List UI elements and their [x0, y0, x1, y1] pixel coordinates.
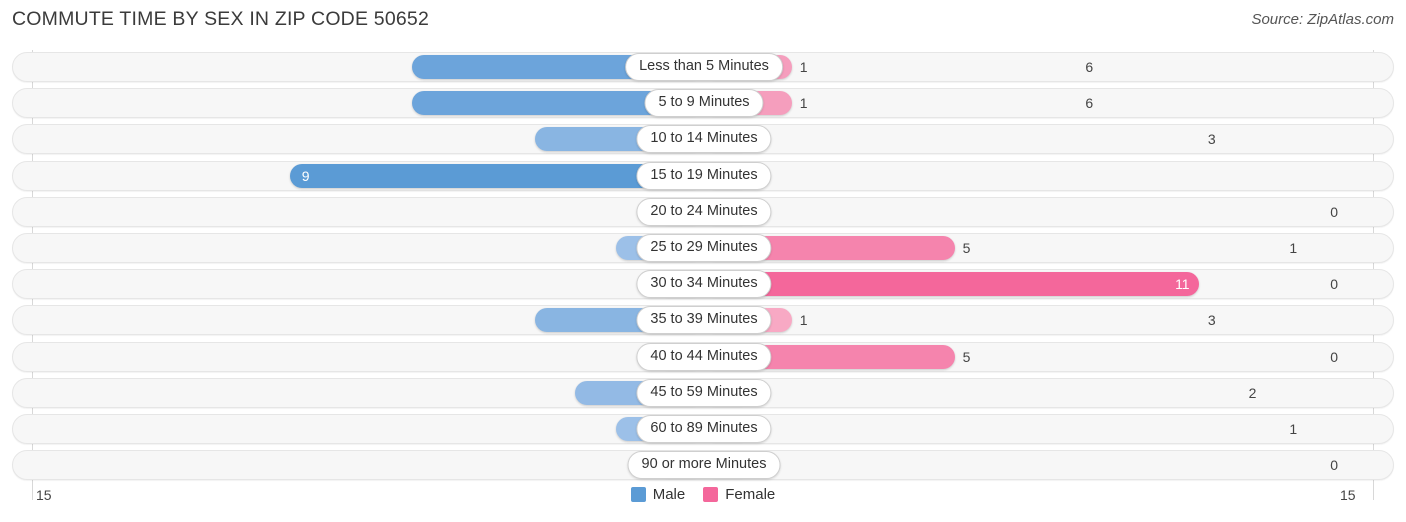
- value-label-female: 1: [799, 312, 808, 329]
- value-label-male: 6: [1085, 59, 1094, 75]
- value-label-male: 3: [1207, 131, 1216, 148]
- value-label-female: 5: [962, 348, 971, 365]
- table-row[interactable]: 0 11 30 to 34 Minutes: [12, 269, 1394, 300]
- value-label-female: 11: [1175, 276, 1190, 293]
- table-row[interactable]: 6 1 Less than 5 Minutes: [12, 52, 1394, 82]
- category-label: 10 to 14 Minutes: [636, 125, 772, 154]
- legend-label-female: Female: [725, 486, 776, 503]
- table-row[interactable]: 9015 to 19 Minutes: [12, 160, 1394, 191]
- category-label: 30 to 34 Minutes: [636, 270, 772, 299]
- value-label-male: 9: [301, 167, 310, 184]
- table-row[interactable]: 1 5 25 to 29 Minutes: [12, 233, 1394, 263]
- table-row[interactable]: 0020 to 24 Minutes: [12, 196, 1394, 227]
- page-title: COMMUTE TIME BY SEX IN ZIP CODE 50652: [12, 8, 430, 30]
- category-label: 15 to 19 Minutes: [636, 161, 772, 190]
- legend-swatch-female-icon: [703, 487, 719, 502]
- value-label-female: 5: [962, 240, 971, 256]
- category-label: 20 to 24 Minutes: [636, 197, 772, 226]
- legend-item-female[interactable]: Female: [703, 486, 775, 503]
- value-label-male: 2: [1248, 384, 1257, 401]
- value-label-male: 1: [1289, 421, 1298, 437]
- value-label-female: 1: [799, 59, 808, 75]
- value-label-male: 6: [1085, 95, 1094, 112]
- category-label: 5 to 9 Minutes: [644, 89, 764, 118]
- value-label-male: 0: [1330, 203, 1338, 220]
- category-label: 45 to 59 Minutes: [636, 378, 772, 407]
- value-label-female: 1: [799, 95, 808, 112]
- legend: Male Female: [0, 486, 1406, 503]
- legend-item-male[interactable]: Male: [630, 486, 686, 503]
- table-row[interactable]: 6 1 5 to 9 Minutes: [12, 88, 1394, 119]
- table-row[interactable]: 2045 to 59 Minutes: [12, 377, 1394, 408]
- category-label: Less than 5 Minutes: [625, 53, 783, 81]
- legend-swatch-male-icon: [630, 487, 646, 502]
- category-label: 90 or more Minutes: [627, 451, 781, 480]
- commute-time-chart: COMMUTE TIME BY SEX IN ZIP CODE 50652 So…: [0, 0, 1406, 522]
- source-attribution: Source: ZipAtlas.com: [1251, 11, 1394, 28]
- category-label: 60 to 89 Minutes: [636, 415, 772, 443]
- legend-label-male: Male: [652, 486, 686, 503]
- bar-female[interactable]: [704, 272, 1200, 297]
- category-label: 25 to 29 Minutes: [636, 234, 772, 262]
- table-row[interactable]: 3010 to 14 Minutes: [12, 124, 1394, 155]
- value-label-male: 0: [1330, 276, 1338, 293]
- table-row[interactable]: 0 5 40 to 44 Minutes: [12, 341, 1394, 372]
- value-label-male: 0: [1330, 348, 1338, 365]
- category-label: 40 to 44 Minutes: [636, 342, 772, 371]
- plot-area: 61Less than 5 Minutes615 to 9 Minutes301…: [0, 50, 1406, 500]
- value-label-male: 1: [1289, 240, 1298, 256]
- value-label-male: 0: [1330, 457, 1338, 474]
- table-row[interactable]: 3 1 35 to 39 Minutes: [12, 305, 1394, 336]
- value-label-male: 3: [1207, 312, 1216, 329]
- table-row[interactable]: 0090 or more Minutes: [12, 450, 1394, 481]
- table-row[interactable]: 1060 to 89 Minutes: [12, 414, 1394, 444]
- category-label: 35 to 39 Minutes: [636, 306, 772, 335]
